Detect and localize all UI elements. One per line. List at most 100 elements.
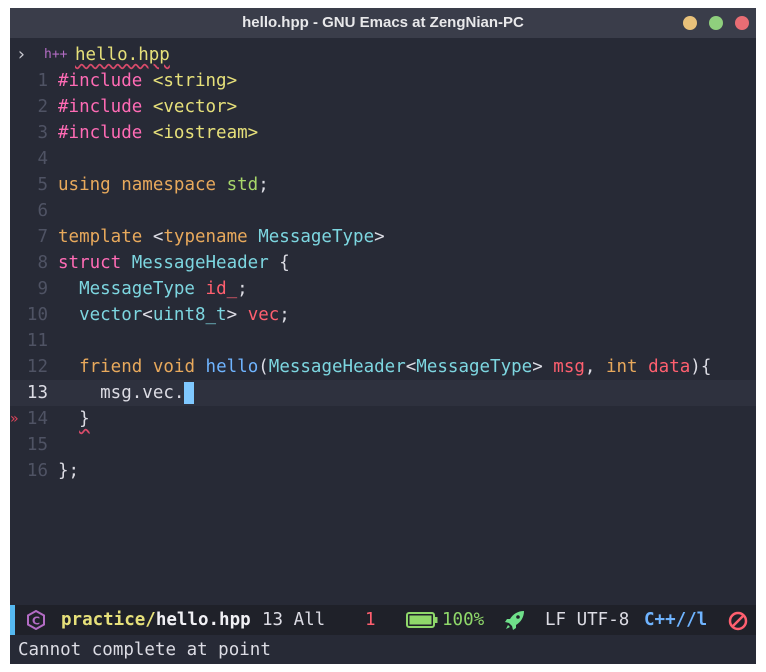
code-token: vector (79, 305, 143, 325)
line-code: friend void hello(MessageHeader<MessageT… (58, 354, 711, 380)
line-code: }; (58, 458, 79, 484)
code-line[interactable]: 8 struct MessageHeader { (10, 250, 756, 276)
code-line[interactable]: 13 msg.vec. (10, 380, 756, 406)
modeline-active-indicator (10, 605, 15, 635)
code-token: < (142, 305, 153, 325)
line-code: MessageType id_; (58, 276, 248, 302)
code-editor[interactable]: 1 #include <string> 2 #include <vector> 3 #in… (10, 68, 756, 484)
minimize-button[interactable] (683, 16, 697, 30)
modeline-major-mode[interactable]: C++//l (644, 605, 707, 635)
code-line[interactable]: 7 template <typename MessageType> (10, 224, 756, 250)
line-code: template <typename MessageType> (58, 224, 385, 250)
code-line[interactable]: 11 (10, 328, 756, 354)
code-token: <string> (152, 71, 238, 91)
code-token: using (58, 175, 111, 195)
line-number: 5 (37, 175, 48, 195)
code-line[interactable]: 16}; (10, 458, 756, 484)
code-line[interactable]: 15 (10, 432, 756, 458)
svg-text:C: C (32, 615, 40, 628)
code-line[interactable]: 4 (10, 146, 756, 172)
code-token: msg.vec. (58, 383, 185, 403)
line-number: 1 (37, 71, 48, 91)
code-token: ( (258, 357, 269, 377)
code-token: MessageHeader (268, 357, 406, 377)
code-line[interactable]: 2 #include <vector> (10, 94, 756, 120)
battery-percent: 100% (442, 610, 485, 630)
code-token: MessageType (258, 227, 375, 247)
code-token: msg (553, 357, 585, 377)
line-code: msg.vec. (58, 380, 195, 406)
code-token: MessageType (79, 279, 195, 299)
line-code: struct MessageHeader { (58, 250, 290, 276)
code-token: template (58, 227, 143, 247)
modeline-encoding[interactable]: LF UTF-8 (545, 605, 629, 635)
modeline-buffer-name[interactable]: practice/hello.hpp (61, 605, 251, 635)
line-number: 4 (37, 149, 48, 169)
code-token: > (532, 357, 554, 377)
code-token: hello (205, 357, 259, 377)
code-token: void (152, 357, 195, 377)
line-number: 10 (26, 305, 48, 325)
code-token: std (226, 175, 259, 195)
code-line[interactable]: 5 using namespace std; (10, 172, 756, 198)
chevron-right-icon[interactable]: › (16, 42, 27, 68)
line-code: #include <vector> (58, 94, 237, 120)
code-token: #include (58, 123, 143, 143)
text-cursor (184, 382, 195, 404)
code-line[interactable]: 1 #include <string> (10, 68, 756, 94)
code-token: id_ (205, 279, 238, 299)
code-line[interactable]: » 14 } (10, 406, 756, 432)
maximize-button[interactable] (709, 16, 723, 30)
rocket-icon (505, 611, 524, 630)
code-token: namespace (121, 175, 217, 195)
modeline-position: 13 All (262, 610, 326, 630)
code-token: < (142, 227, 164, 247)
code-token: ; (279, 305, 290, 325)
line-number: 8 (37, 253, 48, 273)
code-token: MessageType (416, 357, 533, 377)
code-token: vec (247, 305, 280, 325)
line-number: 3 (37, 123, 48, 143)
line-code: #include <string> (58, 68, 237, 94)
cpp-header-file-icon: h++ (44, 47, 68, 62)
line-code: using namespace std; (58, 172, 269, 198)
code-token: }; (58, 461, 80, 481)
code-token: #include (58, 71, 143, 91)
emacs-window: hello.hpp - GNU Emacs at ZengNian-PC › h… (10, 8, 756, 664)
code-token: < (405, 357, 417, 377)
line-number: 12 (26, 357, 48, 377)
code-line[interactable]: 9 MessageType id_; (10, 276, 756, 302)
code-token: typename (163, 227, 248, 247)
code-token: data (648, 357, 691, 377)
modeline-error-count[interactable]: 1 (365, 605, 376, 635)
line-number: 7 (37, 227, 48, 247)
line-number: 14 (26, 409, 48, 429)
close-button[interactable] (735, 16, 749, 30)
no-checker-icon[interactable] (728, 611, 748, 631)
code-line[interactable]: 3 #include <iostream> (10, 120, 756, 146)
modeline-file: hello.hpp (155, 610, 251, 630)
title-bar[interactable]: hello.hpp - GNU Emacs at ZengNian-PC (10, 8, 756, 38)
header-filename[interactable]: hello.hpp (75, 42, 170, 68)
code-token: <iostream> (152, 123, 259, 143)
line-number: 2 (37, 97, 48, 117)
window-title: hello.hpp - GNU Emacs at ZengNian-PC (242, 14, 524, 31)
line-code: vector<uint8_t> vec; (58, 302, 290, 328)
code-line[interactable]: 12 friend void hello(MessageHeader<Messa… (10, 354, 756, 380)
code-token: > (374, 227, 385, 247)
mode-line: C practice/hello.hpp 13 All 1 100% LF UT… (10, 605, 756, 635)
code-line[interactable]: 10 vector<uint8_t> vec; (10, 302, 756, 328)
code-line[interactable]: 6 (10, 198, 756, 224)
